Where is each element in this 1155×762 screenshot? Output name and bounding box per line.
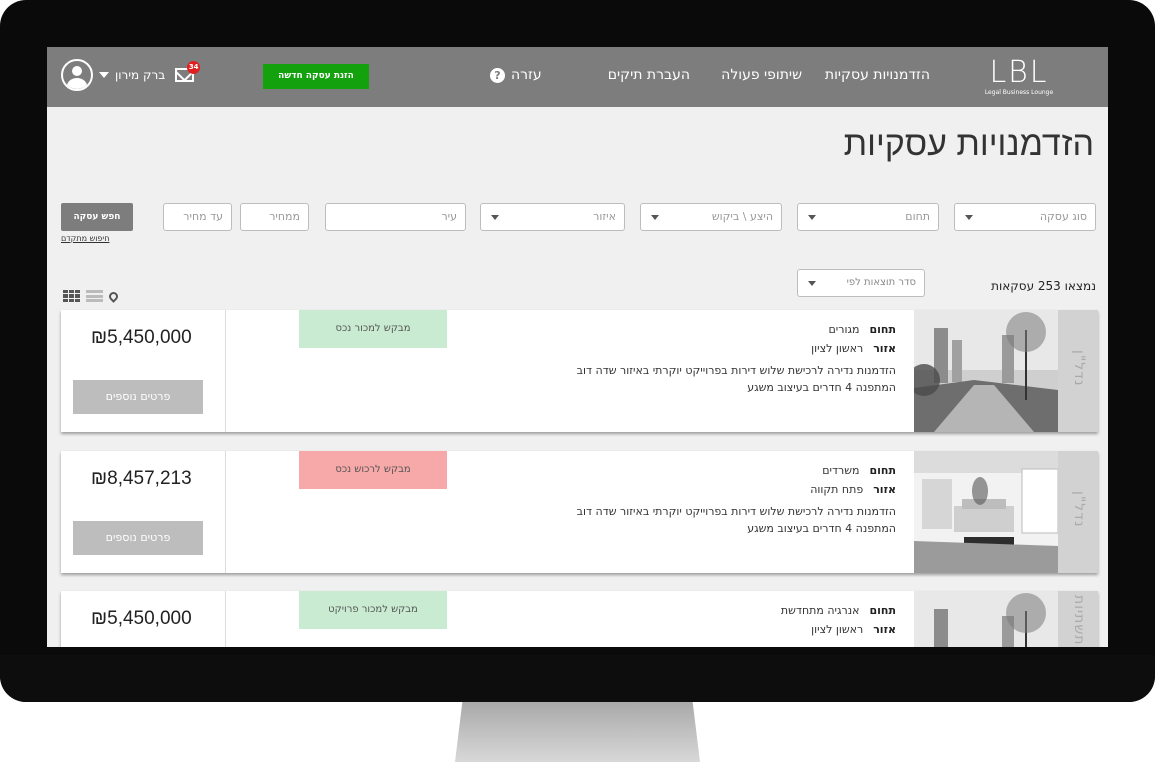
field-label: תחום	[905, 210, 930, 223]
help-link[interactable]: עזרה ?	[490, 67, 542, 83]
deal-type-select[interactable]: סוג עסקה	[954, 203, 1096, 231]
status-tag: מבקש למכור פרויקט	[299, 591, 447, 629]
nav-collaborations[interactable]: שיתופי פעולה	[721, 67, 802, 83]
category-label: תשתיות	[1071, 595, 1087, 646]
help-label: עזרה	[511, 67, 542, 83]
grid-view-icon[interactable]	[63, 290, 80, 302]
nav-case-transfer[interactable]: העברת תיקים	[608, 67, 690, 83]
screen: LBL Legal Business Lounge הזדמנויות עסקי…	[47, 47, 1108, 647]
dropdown-arrow-icon	[808, 215, 816, 220]
description-line: המתפנה 4 חדרים בעיצוב משגע	[747, 522, 896, 535]
sort-label: סדר תוצאות לפי	[846, 277, 916, 288]
price-from-placeholder: ממחיר	[269, 210, 300, 223]
divider	[225, 591, 226, 647]
description-line: הזדמנות נדירה לרכישת שלוש דירות בפרוייקט…	[576, 505, 896, 518]
area-value: ראשון לציון	[811, 623, 864, 636]
area-select[interactable]: איזור	[480, 203, 625, 231]
offer-demand-label: היצע \ ביקוש	[711, 210, 773, 223]
divider	[225, 451, 226, 573]
city-placeholder: עיר	[441, 210, 457, 223]
view-toggle	[63, 289, 120, 303]
results-count: נמצאו 253 עסקאות	[991, 279, 1096, 293]
lbl-logo[interactable]: LBL Legal Business Lounge	[984, 57, 1054, 99]
divider	[225, 310, 226, 432]
logo-subtitle: Legal Business Lounge	[984, 89, 1054, 96]
nav-business-opportunities[interactable]: הזדמנויות עסקיות	[825, 67, 930, 83]
category-side-label: נדל"ן	[1058, 451, 1098, 573]
area-heading: אזור	[873, 342, 896, 355]
field-value: אנרגיה מתחדשת	[780, 604, 860, 617]
listing-info: תחום משרדים אזור פתח תקווה הזדמנות נדירה ל…	[416, 461, 896, 537]
price-to-input[interactable]: עד מחיר	[163, 203, 232, 231]
search-deal-button[interactable]: חפש עסקה	[61, 203, 133, 231]
price: ₪8,457,213	[91, 468, 192, 489]
mail-badge: 34	[187, 61, 201, 74]
new-deal-button[interactable]: הזנת עסקה חדשה	[263, 64, 369, 89]
sort-select[interactable]: סדר תוצאות לפי	[797, 269, 925, 297]
mail-icon[interactable]: 34	[175, 61, 201, 82]
description-line: הזדמנות נדירה לרכישת שלוש דירות בפרוייקט…	[576, 364, 896, 377]
area-heading: אזור	[873, 483, 896, 496]
dropdown-arrow-icon	[808, 281, 816, 286]
category-side-label: תשתיות	[1058, 591, 1098, 647]
dropdown-arrow-icon	[491, 215, 499, 220]
category-label: נדל"ן	[1071, 491, 1087, 528]
chevron-down-icon	[99, 72, 109, 78]
avatar-icon	[61, 59, 93, 91]
list-view-icon[interactable]	[86, 290, 103, 302]
listing-card[interactable]: תשתיות תחום אנרגיה מתחדשת אזור ראשון לציון…	[61, 591, 1098, 647]
advanced-search-link[interactable]: חיפוש מתקדם	[61, 234, 109, 243]
price-from-input[interactable]: ממחיר	[240, 203, 309, 231]
listing-card[interactable]: נדל"ן תחום מגורים אזור ראשון לציון הזדמנות…	[61, 310, 1098, 432]
map-pin-icon[interactable]	[107, 289, 120, 303]
user-menu[interactable]: ברק מירון 34	[61, 59, 201, 91]
page-title: הזדמנויות עסקיות	[843, 125, 1094, 163]
city-input[interactable]: עיר	[325, 203, 466, 231]
field-heading: תחום	[869, 323, 896, 336]
price: ₪5,450,000	[91, 327, 192, 348]
logo-mark: LBL	[989, 55, 1049, 90]
listing-info: תחום אנרגיה מתחדשת אזור ראשון לציון	[416, 601, 896, 639]
question-icon: ?	[490, 67, 505, 83]
area-value: פתח תקווה	[810, 483, 864, 496]
status-tag: מבקש לרכוש נכס	[299, 451, 447, 489]
field-value: מגורים	[828, 323, 860, 336]
user-name: ברק מירון	[115, 68, 166, 82]
deal-type-label: סוג עסקה	[1039, 210, 1087, 223]
category-label: נדל"ן	[1071, 350, 1087, 387]
dropdown-arrow-icon	[651, 215, 659, 220]
dropdown-arrow-icon	[965, 215, 973, 220]
more-details-button[interactable]: פרטים נוספים	[73, 380, 203, 414]
more-details-button[interactable]: פרטים נוספים	[73, 521, 203, 555]
area-label: איזור	[593, 210, 616, 223]
field-select[interactable]: תחום	[797, 203, 939, 231]
field-heading: תחום	[869, 464, 896, 477]
listing-photo	[914, 310, 1058, 432]
listing-photo	[914, 591, 1058, 647]
offer-demand-select[interactable]: היצע \ ביקוש	[640, 203, 782, 231]
field-heading: תחום	[869, 604, 896, 617]
price-to-placeholder: עד מחיר	[183, 210, 223, 223]
monitor-stand	[455, 702, 700, 762]
top-navbar: LBL Legal Business Lounge הזדמנויות עסקי…	[47, 47, 1108, 107]
description-line: המתפנה 4 חדרים בעיצוב משגע	[747, 381, 896, 394]
field-value: משרדים	[822, 464, 860, 477]
price: ₪5,450,000	[91, 608, 192, 629]
status-tag: מבקש למכור נכס	[299, 310, 447, 348]
category-side-label: נדל"ן	[1058, 310, 1098, 432]
listing-photo	[914, 451, 1058, 573]
monitor-chin	[0, 655, 1155, 702]
listing-info: תחום מגורים אזור ראשון לציון הזדמנות נדירה…	[416, 320, 896, 396]
area-heading: אזור	[873, 623, 896, 636]
area-value: ראשון לציון	[811, 342, 864, 355]
listing-card[interactable]: נדל"ן תחום משרדים אזור פתח תקווה הזדמנות נ…	[61, 451, 1098, 573]
